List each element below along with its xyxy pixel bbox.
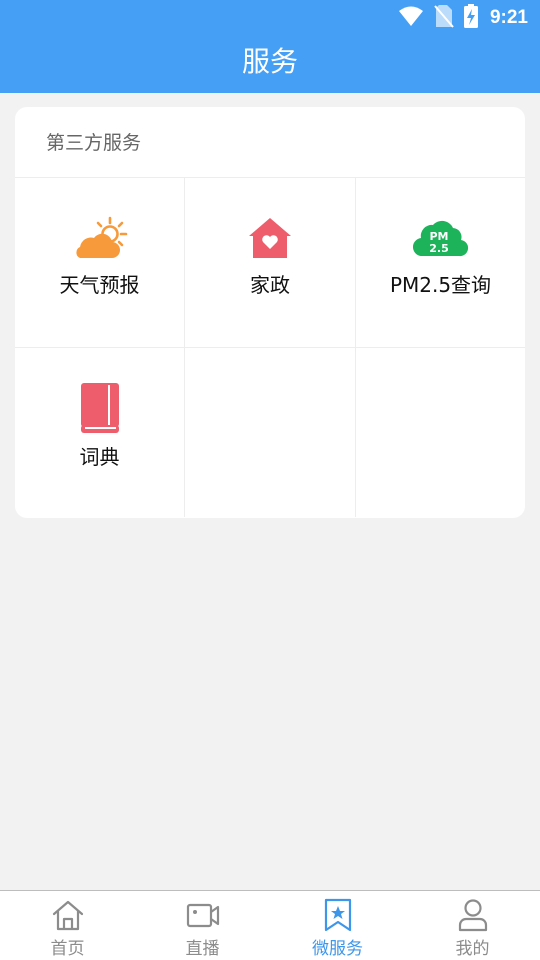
tab-mine[interactable]: 我的 (405, 891, 540, 960)
tab-home[interactable]: 首页 (0, 891, 135, 960)
tab-label: 我的 (455, 939, 490, 959)
bottom-tab-bar: 首页 直播 微服务 我的 (0, 890, 540, 960)
section-title: 第三方服务 (15, 107, 525, 178)
pm25-icon-text-bottom: 2.5 (429, 242, 449, 255)
tab-label: 首页 (50, 939, 85, 959)
status-bar: 9:21 (0, 0, 540, 36)
status-icons: 9:21 (398, 4, 528, 32)
app-header: 9:21 服务 (0, 0, 540, 93)
empty-cell (356, 348, 525, 517)
service-label: 词典 (79, 445, 120, 469)
pm25-icon: PM 2.5 (412, 215, 469, 261)
services-card: 第三方服务 天气预报 家政 PM 2.5 PM2.5查询 词典 (15, 107, 525, 518)
housekeeping-icon (242, 215, 298, 261)
battery-charging-icon (463, 4, 478, 32)
tab-live[interactable]: 直播 (135, 891, 270, 960)
service-weather[interactable]: 天气预报 (15, 178, 185, 348)
home-icon (51, 898, 85, 932)
no-sim-icon (434, 4, 454, 32)
service-label: 天气预报 (59, 273, 140, 297)
service-dictionary[interactable]: 词典 (15, 348, 185, 517)
tab-label: 直播 (185, 939, 220, 959)
empty-cell (185, 348, 356, 517)
service-housekeeping[interactable]: 家政 (185, 178, 356, 348)
page-title: 服务 (241, 45, 298, 78)
user-icon (456, 898, 490, 932)
service-pm25[interactable]: PM 2.5 PM2.5查询 (356, 178, 525, 348)
services-grid: 天气预报 家政 PM 2.5 PM2.5查询 词典 (15, 178, 525, 517)
service-label: PM2.5查询 (389, 273, 492, 297)
status-time: 9:21 (489, 7, 528, 28)
weather-icon (72, 215, 128, 261)
tab-label: 微服务 (312, 939, 363, 959)
bookmark-star-icon (321, 898, 355, 932)
dictionary-icon (72, 382, 128, 434)
wifi-icon (398, 5, 424, 31)
service-label: 家政 (250, 273, 290, 297)
tab-micro-services[interactable]: 微服务 (270, 891, 405, 960)
video-icon (186, 898, 220, 932)
